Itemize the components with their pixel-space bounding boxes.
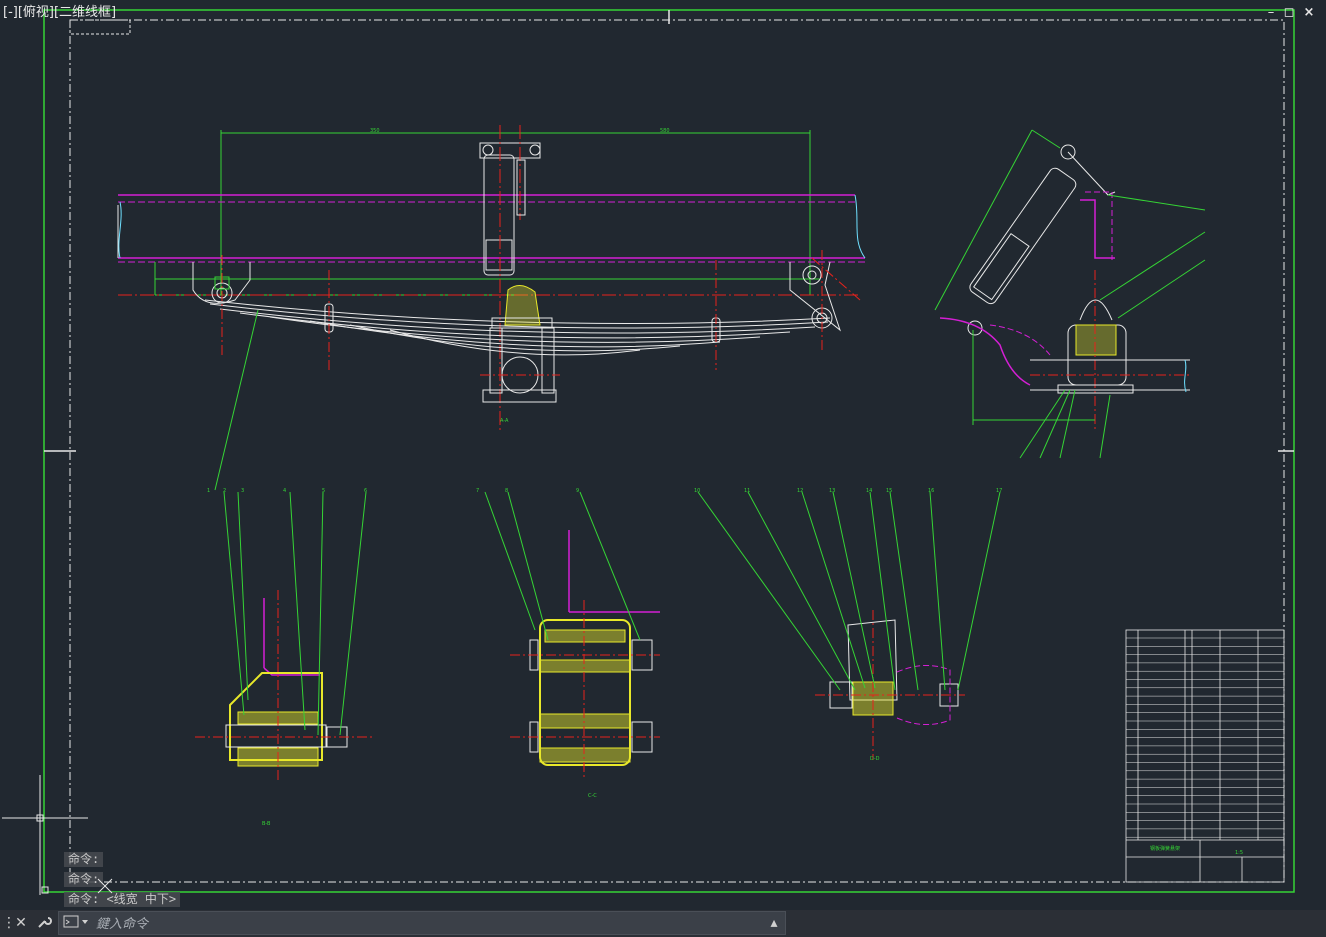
part-no-4: 4 [283, 488, 286, 494]
part-no-6: 6 [364, 488, 367, 494]
part-no-1: 1 [207, 488, 210, 494]
part-no-8: 8 [505, 488, 508, 494]
svg-text:350: 350 [370, 128, 380, 134]
svg-text:A-A: A-A [500, 418, 509, 424]
svg-text:D-D: D-D [870, 756, 880, 762]
part-no-17: 17 [996, 488, 1002, 494]
detail-front-bracket: B-B [195, 590, 375, 827]
part-no-2: 2 [223, 488, 226, 494]
title-block [1125, 629, 1285, 883]
leaf-spring-side-view: 350 580 A-A [117, 125, 866, 491]
part-no-3: 3 [241, 488, 244, 494]
recent-commands-icon[interactable] [62, 914, 92, 935]
command-input[interactable] [94, 914, 658, 934]
svg-text:C-C: C-C [588, 793, 597, 799]
cursor-crosshair-icon [97, 878, 113, 894]
minimize-icon[interactable]: – [1262, 4, 1280, 22]
part-no-9: 9 [576, 488, 579, 494]
part-no-13: 13 [829, 488, 835, 494]
grip-handle-icon[interactable]: ⋮ [2, 914, 16, 932]
part-no-7: 7 [476, 488, 479, 494]
drawing-canvas[interactable]: 350 580 A-A B-B C-C D-D 1 2 3 4 5 6 7 8 … [0, 0, 1326, 910]
part-no-15: 15 [886, 488, 892, 494]
rear-end-view [934, 129, 1206, 459]
svg-text:B-B: B-B [262, 821, 271, 827]
detail-shackle: C-C [510, 530, 660, 799]
command-history-line: 命令: <线宽 中下> [64, 892, 181, 907]
expand-up-icon[interactable]: ▴ [766, 914, 782, 932]
part-no-5: 5 [322, 488, 325, 494]
restore-icon[interactable]: ◻ [1280, 4, 1298, 22]
viewport-controls-label[interactable]: [-][俯视][二维线框] [3, 5, 116, 21]
part-no-12: 12 [797, 488, 803, 494]
title-block-name: 钢板弹簧悬架 [1150, 845, 1180, 852]
part-no-11: 11 [744, 488, 750, 494]
title-block-scale: 1:5 [1235, 850, 1243, 856]
part-no-16: 16 [928, 488, 934, 494]
svg-text:580: 580 [660, 128, 670, 134]
close-command-line-icon[interactable]: ✕ [13, 914, 29, 932]
close-icon[interactable]: × [1300, 4, 1318, 22]
customize-wrench-icon[interactable] [35, 914, 53, 935]
command-history-line: 命令: [64, 852, 104, 867]
bom-table [1126, 637, 1284, 838]
part-no-14: 14 [866, 488, 872, 494]
part-no-10: 10 [694, 488, 700, 494]
